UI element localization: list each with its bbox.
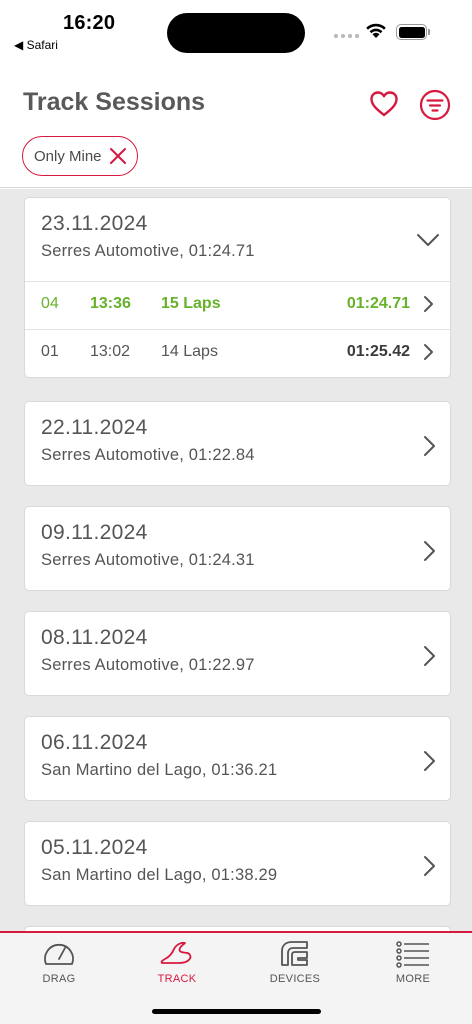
dynamic-island <box>167 13 305 53</box>
battery-icon <box>396 24 430 40</box>
session-time: 13:02 <box>90 343 131 360</box>
tab-devices[interactable]: DEVICES <box>236 933 354 993</box>
card-date: 06.11.2024 <box>41 731 148 754</box>
chevron-down-icon[interactable] <box>416 232 440 248</box>
card-subtitle: Serres Automotive, 01:24.31 <box>41 551 255 569</box>
session-best-lap: 01:24.71 <box>346 295 410 312</box>
chevron-right-icon <box>424 751 435 771</box>
home-indicator[interactable] <box>152 1009 321 1014</box>
tab-more[interactable]: MORE <box>354 933 472 993</box>
card-header[interactable]: 23.11.2024 Serres Automotive, 01:24.71 <box>25 198 450 281</box>
filter-icon[interactable] <box>419 89 451 121</box>
card-date: 22.11.2024 <box>41 416 148 439</box>
session-day-card[interactable]: 05.11.2024 San Martino del Lago, 01:38.2… <box>24 821 451 906</box>
session-best-lap: 01:25.42 <box>346 343 410 360</box>
card-subtitle: Serres Automotive, 01:24.71 <box>41 242 255 260</box>
card-subtitle: Serres Automotive, 01:22.84 <box>41 446 255 464</box>
session-laps: 15 Laps <box>161 295 221 312</box>
card-subtitle: San Martino del Lago, 01:38.29 <box>41 866 278 884</box>
status-bar: 16:20 ◀ Safari <box>0 0 472 64</box>
card-subtitle: Serres Automotive, 01:22.97 <box>41 656 255 674</box>
session-day-card[interactable]: 22.11.2024 Serres Automotive, 01:22.84 <box>24 401 451 486</box>
favorites-heart-icon[interactable] <box>368 88 400 120</box>
chevron-right-icon <box>424 856 435 876</box>
page-header: Track Sessions Only Mine <box>0 64 472 188</box>
session-day-card: 23.11.2024 Serres Automotive, 01:24.71 0… <box>24 197 451 378</box>
card-subtitle: San Martino del Lago, 01:36.21 <box>41 761 278 779</box>
session-row[interactable]: 01 13:02 14 Laps 01:25.42 <box>25 329 450 377</box>
card-date: 23.11.2024 <box>41 212 148 235</box>
close-icon[interactable] <box>108 146 128 166</box>
session-number: 04 <box>41 295 59 312</box>
card-date: 05.11.2024 <box>41 836 148 859</box>
only-mine-filter-chip[interactable]: Only Mine <box>22 136 138 176</box>
session-row[interactable]: 04 13:36 15 Laps 01:24.71 <box>25 281 450 329</box>
session-time: 13:36 <box>90 295 131 312</box>
session-laps: 14 Laps <box>161 343 218 360</box>
chevron-right-icon <box>424 646 435 666</box>
tab-label: TRACK <box>157 973 197 985</box>
chevron-right-icon <box>424 436 435 456</box>
chip-label: Only Mine <box>34 147 102 165</box>
wifi-icon <box>366 23 386 38</box>
menu-list-icon <box>396 941 429 968</box>
gauge-icon <box>44 943 74 965</box>
card-date: 09.11.2024 <box>41 521 148 544</box>
session-number: 01 <box>41 343 59 360</box>
session-day-card[interactable]: 08.11.2024 Serres Automotive, 01:22.97 <box>24 611 451 696</box>
cellular-signal-icon <box>334 34 359 38</box>
card-date: 08.11.2024 <box>41 626 148 649</box>
tab-drag[interactable]: DRAG <box>0 933 118 993</box>
track-icon <box>160 941 192 964</box>
page-title: Track Sessions <box>23 88 206 116</box>
device-icon <box>281 941 308 966</box>
session-day-card[interactable]: 06.11.2024 San Martino del Lago, 01:36.2… <box>24 716 451 801</box>
chevron-right-icon <box>424 296 433 312</box>
session-list: 23.11.2024 Serres Automotive, 01:24.71 0… <box>0 189 472 931</box>
back-to-safari-link[interactable]: ◀ Safari <box>14 38 58 52</box>
tab-label: DEVICES <box>269 973 321 985</box>
status-time: 16:20 <box>63 12 116 34</box>
tab-label: DRAG <box>42 973 76 985</box>
session-day-card[interactable]: 09.11.2024 Serres Automotive, 01:24.31 <box>24 506 451 591</box>
chevron-right-icon <box>424 541 435 561</box>
tab-track[interactable]: TRACK <box>118 933 236 993</box>
chevron-right-icon <box>424 344 433 360</box>
tab-label: MORE <box>395 973 431 985</box>
